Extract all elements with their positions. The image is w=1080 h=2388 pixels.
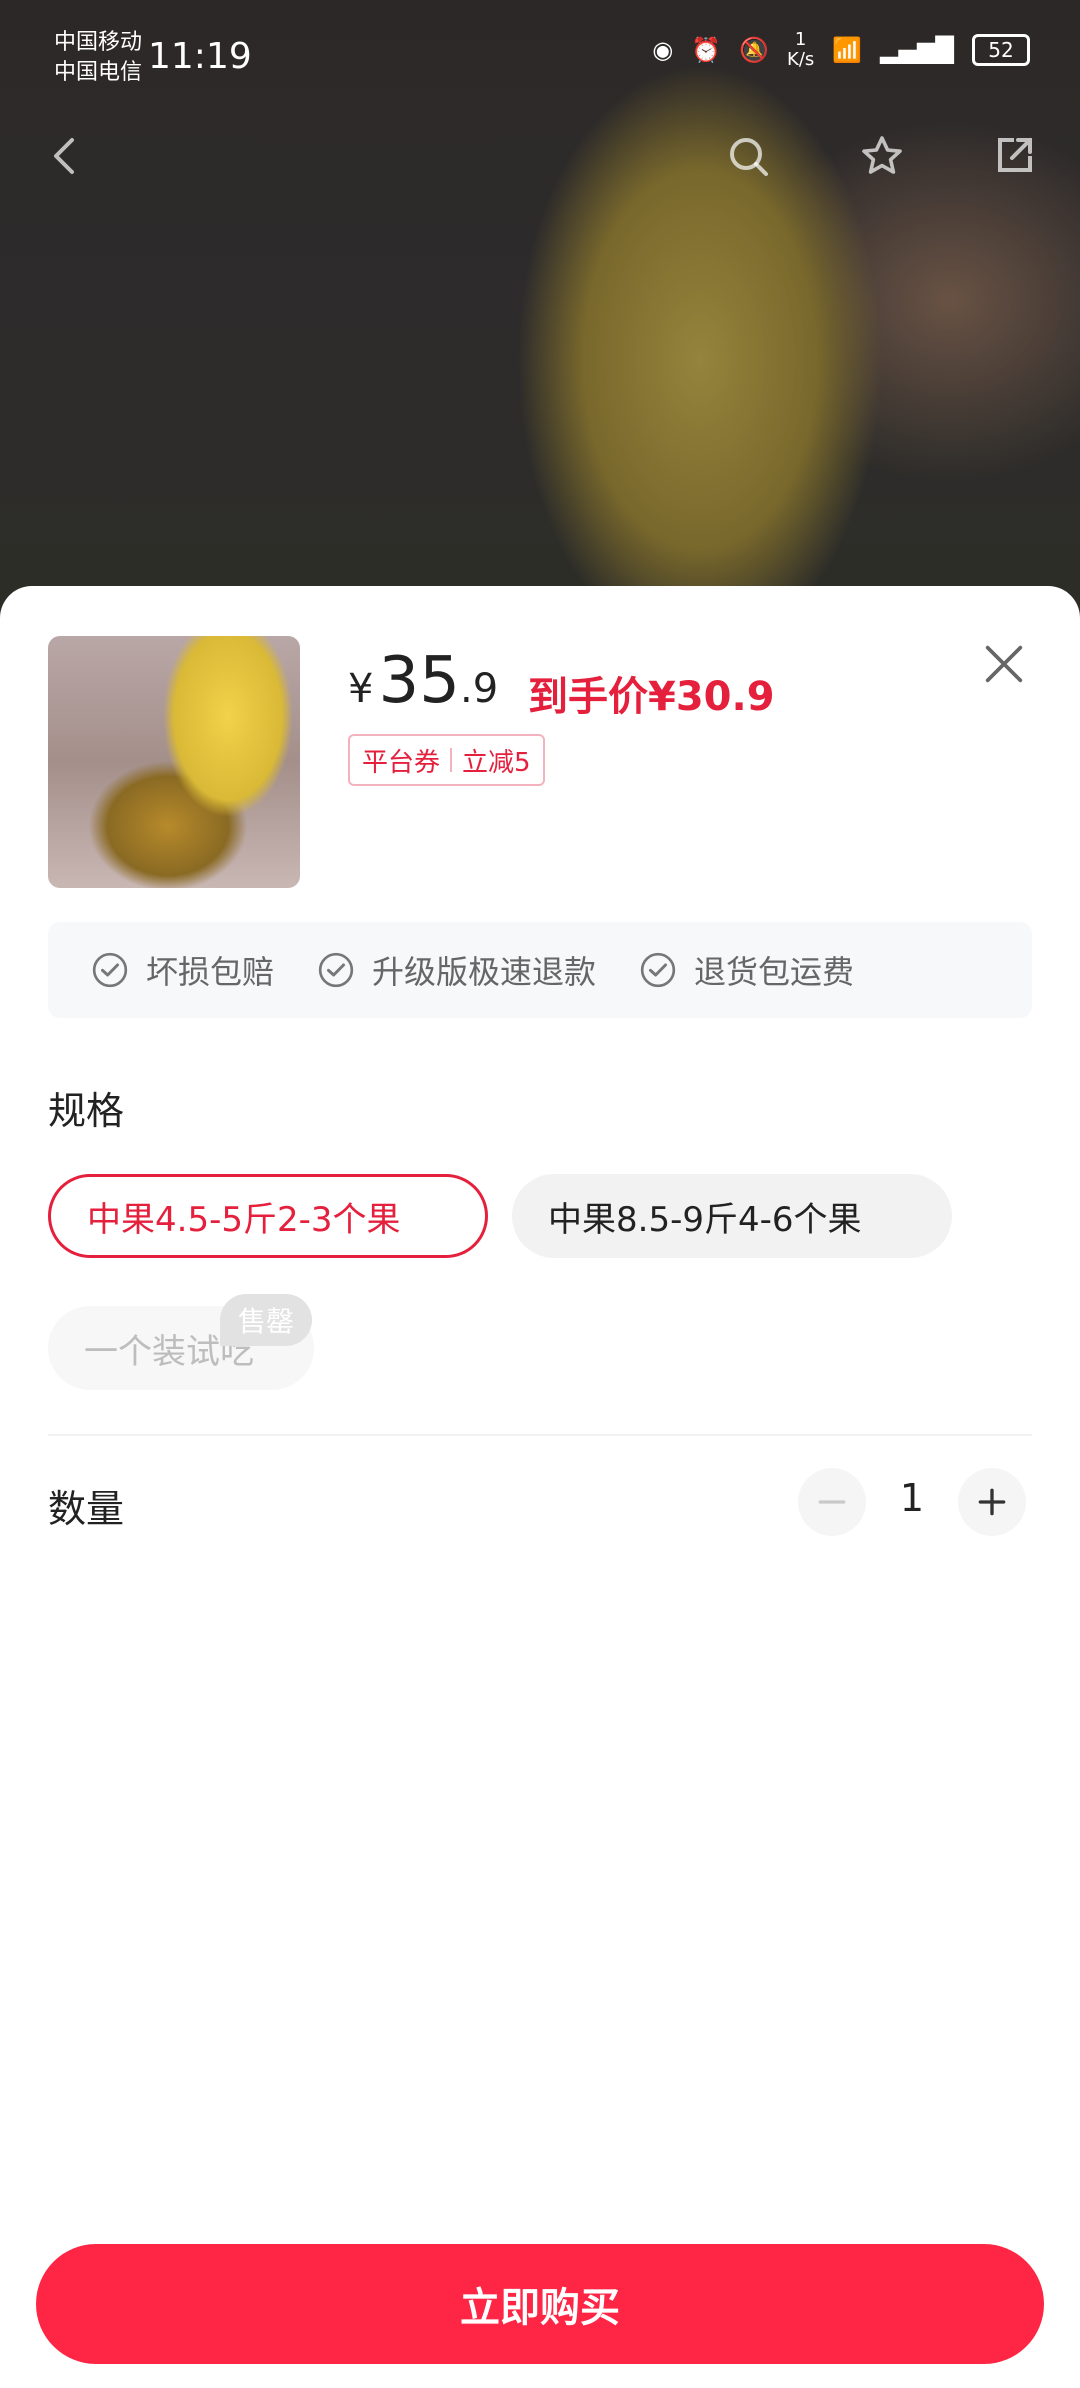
bell-off-icon: 🔕 bbox=[739, 36, 770, 64]
back-button[interactable] bbox=[34, 124, 98, 188]
guarantee-label: 升级版极速退款 bbox=[372, 953, 597, 991]
buy-now-button[interactable]: 立即购买 bbox=[36, 2244, 1044, 2364]
coupon-badge: 平台券 立减5 bbox=[348, 734, 545, 786]
coupon-discount: 立减5 bbox=[462, 747, 531, 778]
check-circle-icon bbox=[92, 952, 128, 988]
carrier-1: 中国移动 bbox=[54, 30, 143, 55]
favorite-button[interactable] bbox=[850, 124, 914, 188]
coupon-type: 平台券 bbox=[362, 747, 441, 778]
share-icon bbox=[998, 138, 1032, 172]
quantity-decrease-button[interactable] bbox=[798, 1468, 866, 1536]
product-thumbnail[interactable] bbox=[48, 636, 300, 888]
spec-option-selected[interactable]: 中果4.5-5斤2-3个果 bbox=[48, 1174, 488, 1258]
status-time: 11:19 bbox=[148, 36, 252, 77]
divider bbox=[48, 1434, 1032, 1436]
final-price: 到手价¥30.9 bbox=[528, 674, 775, 720]
guarantee-label: 退货包运费 bbox=[694, 953, 855, 991]
sku-selection-sheet: ¥ 35.9 到手价¥30.9 平台券 立减5 坏损包赔 升级版极速退款 退货包… bbox=[0, 586, 1080, 2388]
quantity-value[interactable]: 1 bbox=[882, 1476, 942, 1520]
soldout-badge: 售罄 bbox=[220, 1294, 313, 1346]
alarm-icon: ⏰ bbox=[691, 36, 722, 64]
signal-icon: ▂▄▆█ bbox=[880, 36, 954, 64]
battery-indicator: 52 bbox=[972, 34, 1030, 66]
guarantee-refund: 升级版极速退款 bbox=[316, 947, 596, 993]
coupon-separator bbox=[450, 748, 453, 772]
star-icon bbox=[862, 136, 902, 174]
back-icon bbox=[54, 138, 74, 174]
close-button[interactable] bbox=[976, 636, 1032, 692]
guarantee-damage: 坏损包赔 bbox=[90, 947, 274, 993]
eye-icon: ◉ bbox=[652, 36, 674, 64]
price-decimal: .9 bbox=[459, 666, 499, 712]
quantity-title: 数量 bbox=[48, 1487, 125, 1531]
plus-icon bbox=[978, 1488, 1006, 1516]
service-guarantees: 坏损包赔 升级版极速退款 退货包运费 bbox=[48, 922, 1032, 1018]
quantity-increase-button[interactable] bbox=[958, 1468, 1026, 1536]
guarantee-label: 坏损包赔 bbox=[146, 953, 275, 991]
status-bar: 中国移动 中国电信 11:19 ◉ ⏰ 🔕 1 K/s 📶 ▂▄▆█ 52 bbox=[0, 0, 1080, 120]
net-speed: 1 K/s bbox=[787, 29, 815, 70]
guarantee-return-shipping: 退货包运费 bbox=[638, 947, 854, 993]
carrier-2: 中国电信 bbox=[54, 60, 143, 85]
top-toolbar bbox=[0, 120, 1080, 200]
search-icon bbox=[730, 138, 768, 176]
status-icons: ◉ ⏰ 🔕 1 K/s 📶 ▂▄▆█ 52 bbox=[652, 30, 1030, 70]
price: ¥ 35.9 bbox=[348, 644, 498, 718]
share-button[interactable] bbox=[982, 124, 1046, 188]
price-integer: 35 bbox=[378, 644, 460, 718]
search-button[interactable] bbox=[716, 124, 780, 188]
carrier-labels: 中国移动 中国电信 bbox=[54, 28, 142, 88]
check-circle-icon bbox=[318, 952, 354, 988]
wifi-icon: 📶 bbox=[832, 36, 863, 64]
minus-icon bbox=[818, 1500, 846, 1504]
spec-title: 规格 bbox=[48, 1089, 125, 1133]
close-icon bbox=[985, 645, 1023, 683]
price-currency: ¥ bbox=[348, 666, 374, 712]
check-circle-icon bbox=[640, 952, 676, 988]
spec-option[interactable]: 中果8.5-9斤4-6个果 bbox=[512, 1174, 952, 1258]
